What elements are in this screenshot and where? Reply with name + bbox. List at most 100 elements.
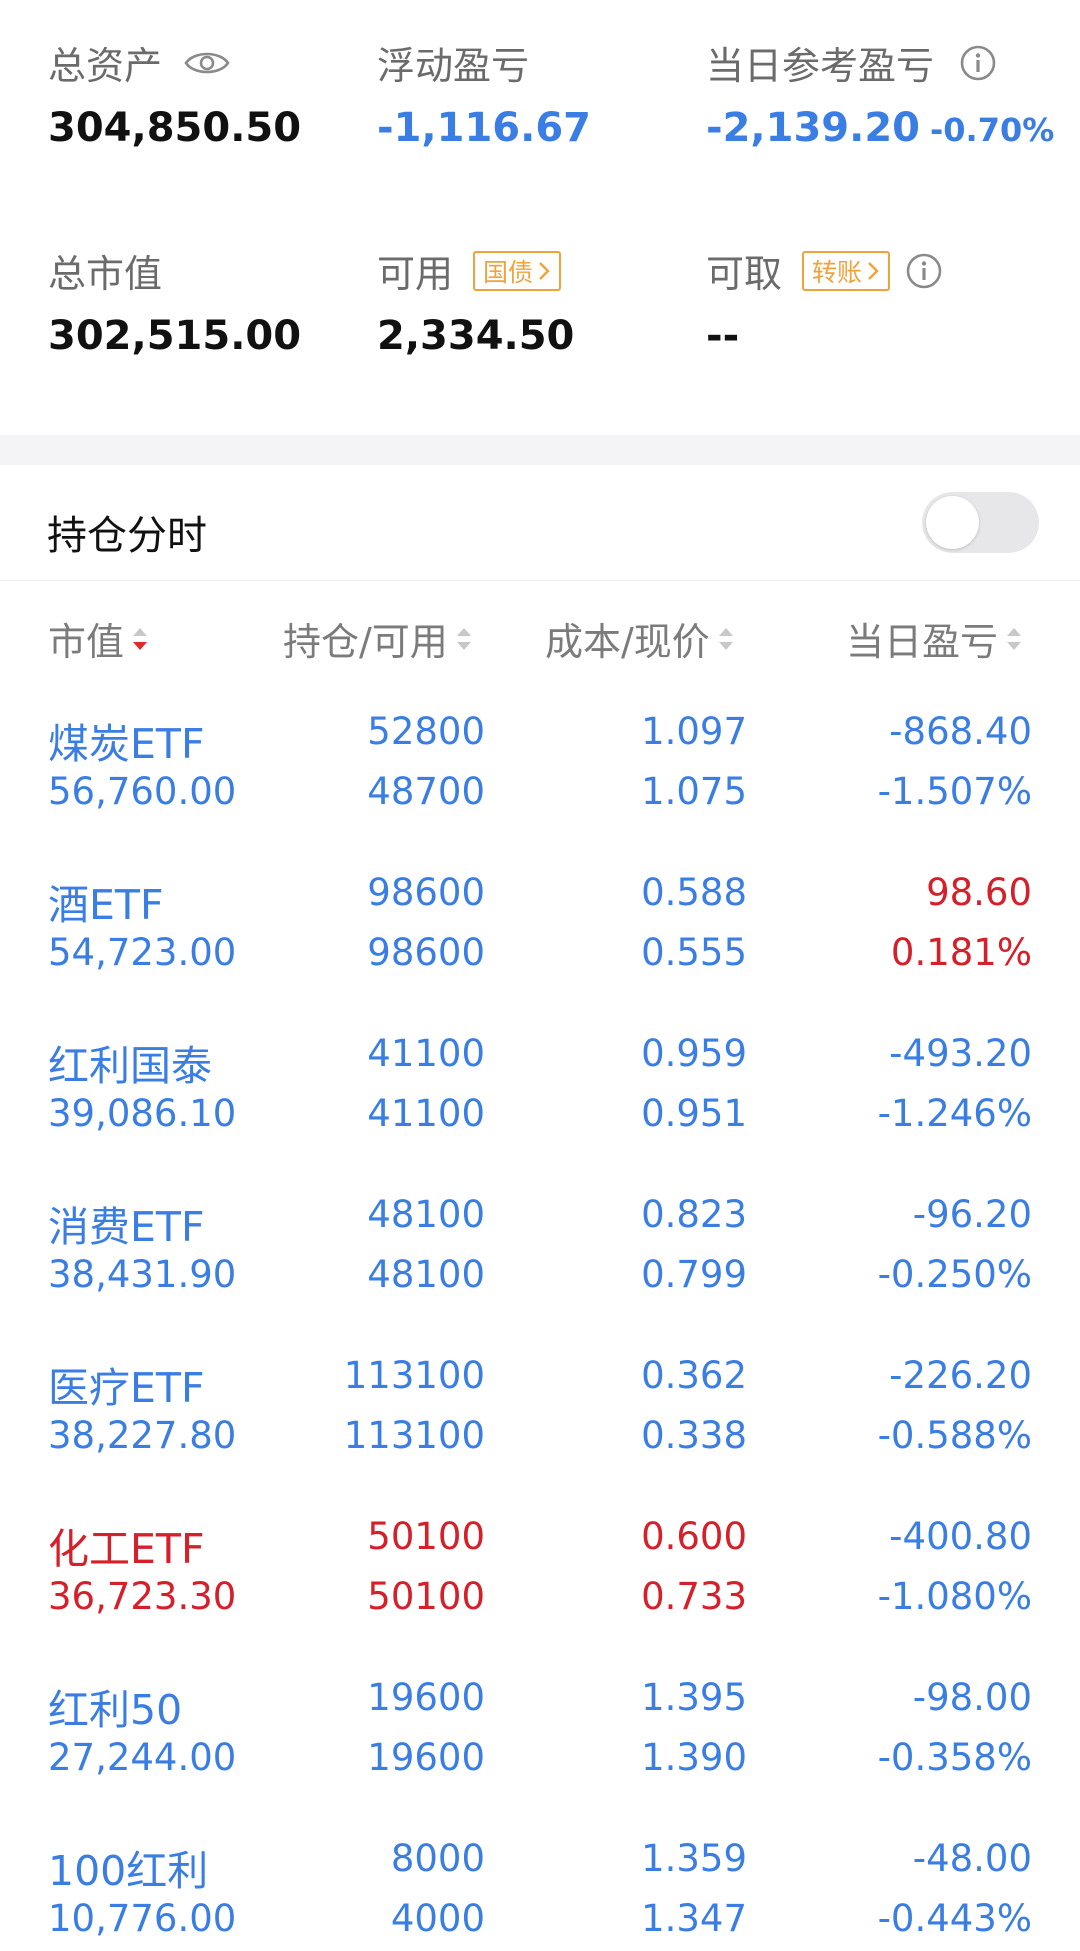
withdrawable-label: 可取 (706, 252, 783, 296)
position-daily-pnl-pct: -1.246% (877, 1092, 1032, 1135)
position-daily-pnl: 98.60 (926, 871, 1032, 914)
position-market-value: 56,760.00 (48, 770, 237, 813)
position-daily-pnl-pct: -0.443% (877, 1897, 1032, 1940)
position-row[interactable]: 化工ETF 36,723.30 50100 50100 0.600 0.733 … (0, 1496, 1080, 1657)
position-daily-pnl-pct: -0.358% (877, 1736, 1032, 1779)
available-label: 可用 (377, 252, 454, 296)
position-timeline-row: 持仓分时 (0, 465, 1080, 581)
eye-icon[interactable] (184, 49, 230, 77)
position-name: 红利50 (48, 1686, 183, 1734)
chevron-right-icon (868, 261, 879, 280)
sort-icon (1004, 623, 1024, 655)
position-name: 红利国泰 (48, 1042, 212, 1090)
position-name: 医疗ETF (48, 1364, 205, 1412)
position-cost: 1.359 (641, 1837, 747, 1880)
transfer-button[interactable]: 转账 (802, 250, 891, 291)
position-cost: 0.959 (641, 1032, 747, 1075)
position-market-value: 10,776.00 (48, 1897, 237, 1940)
position-hold: 98600 (367, 871, 485, 914)
position-row[interactable]: 酒ETF 54,723.00 98600 98600 0.588 0.555 9… (0, 852, 1080, 1013)
header-market-value: 市值 (48, 620, 125, 664)
position-cost: 1.395 (641, 1676, 747, 1719)
position-available: 4000 (390, 1897, 485, 1940)
available-value: 2,334.50 (377, 313, 575, 359)
position-market-value: 54,723.00 (48, 931, 237, 974)
position-row[interactable]: 红利国泰 39,086.10 41100 41100 0.959 0.951 -… (0, 1013, 1080, 1174)
position-row[interactable]: 煤炭ETF 56,760.00 52800 48700 1.097 1.075 … (0, 691, 1080, 852)
treasury-bond-button[interactable]: 国债 (473, 250, 562, 291)
info-icon[interactable] (906, 253, 942, 289)
total-assets-label: 总资产 (48, 44, 163, 88)
position-price: 1.390 (641, 1736, 747, 1779)
sort-cost-price[interactable]: 成本/现价 (545, 611, 736, 666)
position-daily-pnl-pct: -0.588% (877, 1414, 1032, 1457)
position-cost: 0.823 (641, 1193, 747, 1236)
withdrawable-value: -- (706, 313, 740, 359)
sort-icon (454, 623, 474, 655)
position-price: 1.075 (641, 770, 747, 813)
sort-daily-pnl[interactable]: 当日盈亏 (846, 611, 1024, 666)
position-cost: 0.588 (641, 871, 747, 914)
position-hold: 52800 (367, 710, 485, 753)
position-daily-pnl: -98.00 (912, 1676, 1032, 1719)
position-daily-pnl: -48.00 (912, 1837, 1032, 1880)
position-daily-pnl: -868.40 (889, 710, 1032, 753)
position-name: 煤炭ETF (48, 720, 205, 768)
market-value-value: 302,515.00 (48, 313, 302, 359)
sort-hold-avail[interactable]: 持仓/可用 (283, 611, 474, 666)
position-price: 0.799 (641, 1253, 747, 1296)
daily-pnl-pct: -0.70% (929, 111, 1055, 149)
position-daily-pnl-pct: -1.507% (877, 770, 1032, 813)
position-cost: 0.600 (641, 1515, 747, 1558)
position-price: 1.347 (641, 1897, 747, 1940)
position-daily-pnl: -493.20 (889, 1032, 1032, 1075)
total-assets-label-wrap: 总资产 (48, 35, 230, 90)
sort-market-value[interactable]: 市值 (48, 611, 150, 666)
toggle-knob (926, 496, 979, 549)
treasury-bond-label: 国债 (483, 257, 534, 287)
position-hold: 50100 (367, 1515, 485, 1558)
sort-icon (716, 623, 736, 655)
floating-pnl-value: -1,116.67 (377, 105, 591, 151)
position-name: 消费ETF (48, 1203, 205, 1251)
position-available: 50100 (367, 1575, 485, 1618)
position-price: 0.951 (641, 1092, 747, 1135)
position-market-value: 38,227.80 (48, 1414, 237, 1457)
position-cost: 1.097 (641, 710, 747, 753)
total-assets-value: 304,850.50 (48, 105, 302, 151)
daily-pnl-value: -2,139.20 (706, 105, 920, 151)
position-hold: 48100 (367, 1193, 485, 1236)
available-label-wrap: 可用 国债 (377, 243, 562, 298)
account-summary: 总资产 304,850.50 浮动盈亏 -1,116.67 当日参考盈亏 -2,… (0, 0, 1080, 435)
sort-desc-icon (130, 623, 150, 655)
position-market-value: 39,086.10 (48, 1092, 237, 1135)
position-hold: 8000 (390, 1837, 485, 1880)
section-divider (0, 435, 1080, 465)
position-hold: 41100 (367, 1032, 485, 1075)
position-market-value: 27,244.00 (48, 1736, 237, 1779)
position-name: 100红利 (48, 1847, 209, 1895)
transfer-label: 转账 (812, 257, 863, 287)
position-price: 0.555 (641, 931, 747, 974)
position-timeline-toggle[interactable] (922, 492, 1039, 553)
market-value-label: 总市值 (48, 252, 163, 296)
position-available: 98600 (367, 931, 485, 974)
position-available: 19600 (367, 1736, 485, 1779)
info-icon[interactable] (960, 45, 996, 81)
position-price: 0.733 (641, 1575, 747, 1618)
position-daily-pnl-pct: 0.181% (890, 931, 1032, 974)
header-daily-pnl: 当日盈亏 (846, 620, 999, 664)
position-hold: 113100 (343, 1354, 485, 1397)
header-cost-price: 成本/现价 (545, 620, 710, 664)
position-available: 48700 (367, 770, 485, 813)
daily-pnl-label-wrap: 当日参考盈亏 (706, 35, 996, 90)
position-row[interactable]: 红利50 27,244.00 19600 19600 1.395 1.390 -… (0, 1657, 1080, 1818)
position-row[interactable]: 消费ETF 38,431.90 48100 48100 0.823 0.799 … (0, 1174, 1080, 1335)
position-cost: 0.362 (641, 1354, 747, 1397)
position-daily-pnl: -400.80 (889, 1515, 1032, 1558)
position-available: 113100 (343, 1414, 485, 1457)
position-price: 0.338 (641, 1414, 747, 1457)
position-row[interactable]: 医疗ETF 38,227.80 113100 113100 0.362 0.33… (0, 1335, 1080, 1496)
position-name: 酒ETF (48, 881, 164, 929)
position-row[interactable]: 100红利 10,776.00 8000 4000 1.359 1.347 -4… (0, 1818, 1080, 1951)
